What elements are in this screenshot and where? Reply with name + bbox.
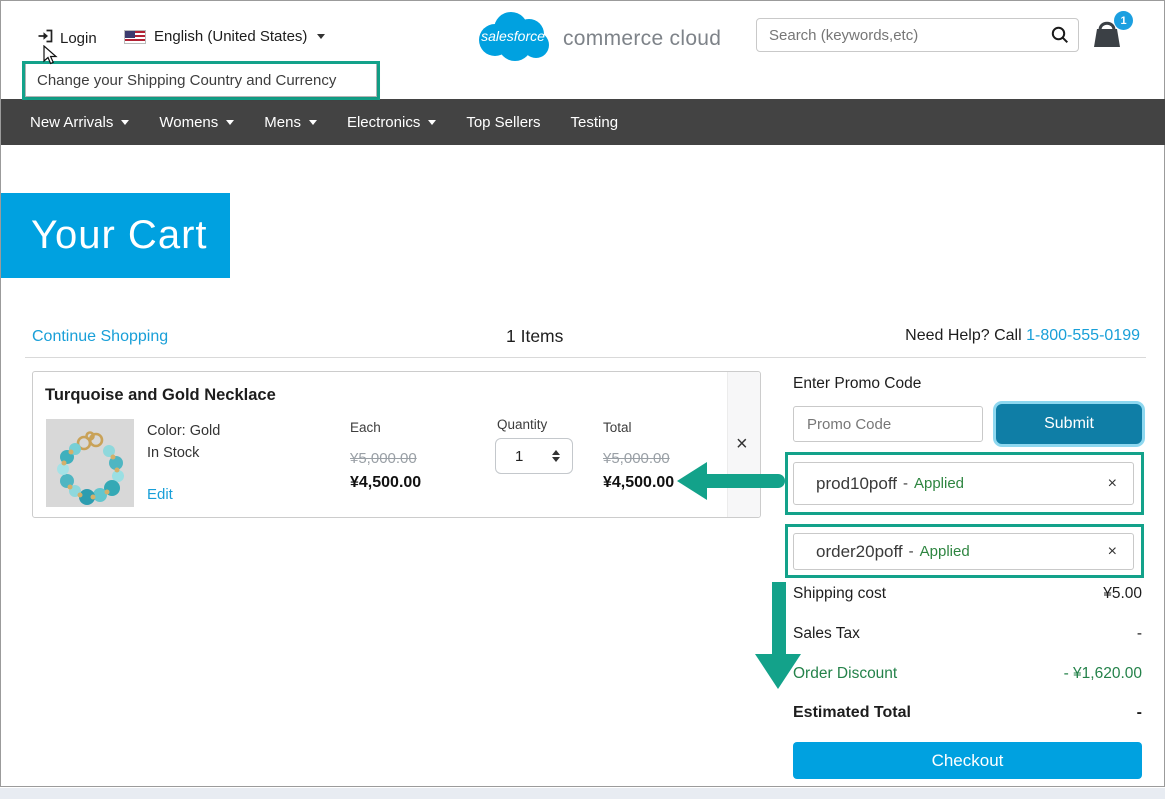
product-availability: In Stock: [147, 442, 220, 464]
divider: [25, 357, 1146, 358]
applied-promo-prod10poff: prod10poff - Applied ×: [793, 462, 1134, 505]
each-price-column: Each ¥5,000.00 ¥4,500.00: [350, 419, 421, 492]
total-sale-price: ¥4,500.00: [603, 474, 674, 492]
brand-wordmark: salesforce: [481, 28, 545, 44]
promo-heading: Enter Promo Code: [793, 375, 921, 393]
footer-strip: [0, 788, 1165, 799]
product-image: [46, 419, 134, 507]
each-label: Each: [350, 420, 381, 435]
sales-tax-value: -: [1137, 625, 1142, 645]
remove-item-button[interactable]: ×: [736, 434, 748, 454]
nav-item-top-sellers[interactable]: Top Sellers: [451, 99, 555, 145]
brand-logo[interactable]: salesforce commerce cloud: [473, 7, 721, 63]
search-icon: [1051, 26, 1069, 44]
search-input[interactable]: [757, 27, 1042, 44]
cart-count-badge: 1: [1114, 11, 1133, 30]
shipping-cost-value: ¥5.00: [1103, 585, 1142, 605]
quantity-label: Quantity: [497, 417, 547, 432]
each-sale-price: ¥4,500.00: [350, 474, 421, 492]
page-title: Your Cart: [1, 193, 230, 278]
quantity-value: 1: [515, 448, 552, 465]
chevron-down-icon: [121, 120, 129, 125]
salesforce-cloud-icon: salesforce: [473, 7, 553, 63]
login-label: Login: [60, 30, 97, 47]
total-label: Total: [603, 420, 632, 435]
spinner-icon: [552, 450, 560, 462]
chevron-down-icon: [309, 120, 317, 125]
browser-page: Login English (United States) Change you…: [0, 0, 1165, 787]
locale-selector[interactable]: English (United States): [124, 28, 325, 45]
chevron-down-icon: [428, 120, 436, 125]
remove-promo-button[interactable]: ×: [1108, 475, 1117, 493]
sales-tax-row: Sales Tax -: [793, 625, 1142, 645]
us-flag-icon: [124, 30, 146, 44]
nav-item-womens[interactable]: Womens: [144, 99, 249, 145]
help-phone-link[interactable]: 1-800-555-0199: [1026, 327, 1140, 344]
total-price-column: Total ¥5,000.00 ¥4,500.00: [603, 419, 674, 492]
promo-separator: -: [903, 475, 908, 492]
items-count: 1 Items: [506, 326, 563, 347]
tooltip-annotation-box: Change your Shipping Country and Currenc…: [22, 61, 380, 100]
promo-code-text: order20poff: [816, 542, 903, 562]
product-attributes: Color: Gold In Stock: [147, 420, 220, 464]
chevron-down-icon: [226, 120, 234, 125]
order-discount-value: - ¥1,620.00: [1064, 665, 1142, 685]
product-color: Color: Gold: [147, 420, 220, 442]
main-nav: New Arrivals Womens Mens Electronics Top…: [1, 99, 1165, 145]
promo-separator: -: [909, 543, 914, 560]
brand-product-label: commerce cloud: [563, 27, 721, 51]
product-name: Turquoise and Gold Necklace: [45, 386, 276, 405]
each-original-price: ¥5,000.00: [350, 450, 421, 467]
edit-link[interactable]: Edit: [147, 486, 173, 503]
total-original-price: ¥5,000.00: [603, 450, 674, 467]
locale-label: English (United States): [154, 28, 307, 45]
cart-line-item: Turquoise and Gold Necklace: [32, 371, 761, 518]
nav-item-testing[interactable]: Testing: [556, 99, 634, 145]
nav-item-electronics[interactable]: Electronics: [332, 99, 451, 145]
promo-code-text: prod10poff: [816, 474, 897, 494]
estimated-total-row: Estimated Total -: [793, 704, 1142, 724]
remove-promo-button[interactable]: ×: [1108, 543, 1117, 561]
order-discount-row: Order Discount - ¥1,620.00: [793, 665, 1142, 685]
quantity-stepper[interactable]: 1: [495, 438, 573, 474]
continue-shopping-link[interactable]: Continue Shopping: [32, 328, 168, 346]
minicart-button[interactable]: 1: [1090, 17, 1130, 57]
need-help-text: Need Help? Call 1-800-555-0199: [905, 327, 1140, 345]
nav-item-mens[interactable]: Mens: [249, 99, 332, 145]
nav-item-new-arrivals[interactable]: New Arrivals: [15, 99, 144, 145]
promo-status: Applied: [920, 543, 970, 560]
promo-status: Applied: [914, 475, 964, 492]
search-button[interactable]: [1042, 19, 1078, 51]
promo-submit-button[interactable]: Submit: [996, 404, 1142, 444]
shipping-cost-row: Shipping cost ¥5.00: [793, 585, 1142, 605]
mouse-cursor-icon: [43, 45, 59, 67]
promo-code-input[interactable]: [793, 406, 983, 442]
applied-promo-order20poff: order20poff - Applied ×: [793, 533, 1134, 570]
left-arrow-annotation-icon: [677, 462, 785, 500]
down-arrow-annotation-icon: [754, 582, 802, 690]
search-box: [756, 18, 1079, 52]
chevron-down-icon: [317, 34, 325, 39]
shipping-country-tooltip: Change your Shipping Country and Currenc…: [25, 64, 377, 97]
checkout-button[interactable]: Checkout: [793, 742, 1142, 779]
estimated-total-value: -: [1137, 704, 1142, 724]
